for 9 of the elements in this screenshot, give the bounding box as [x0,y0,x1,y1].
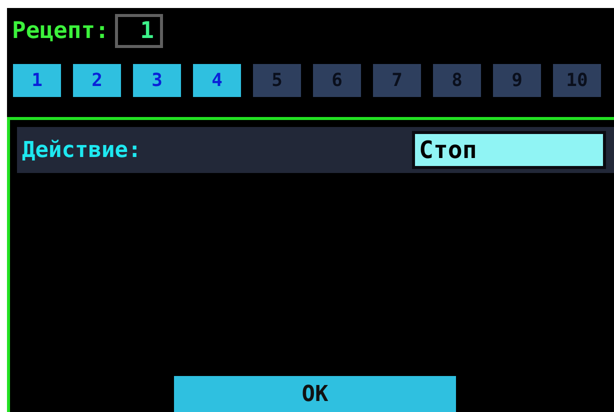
recipe-tab[interactable]: 2 [73,64,121,97]
recipe-tab[interactable]: 4 [193,64,241,97]
recipe-tab[interactable]: 3 [133,64,181,97]
action-label: Действие: [22,138,142,162]
recipe-label: Рецепт: [12,18,109,44]
recipe-number-field[interactable]: 1 [114,14,163,48]
ok-button[interactable]: OK [174,376,456,412]
action-field[interactable]: Стоп [412,131,606,169]
recipe-tab[interactable]: 1 [13,64,61,97]
